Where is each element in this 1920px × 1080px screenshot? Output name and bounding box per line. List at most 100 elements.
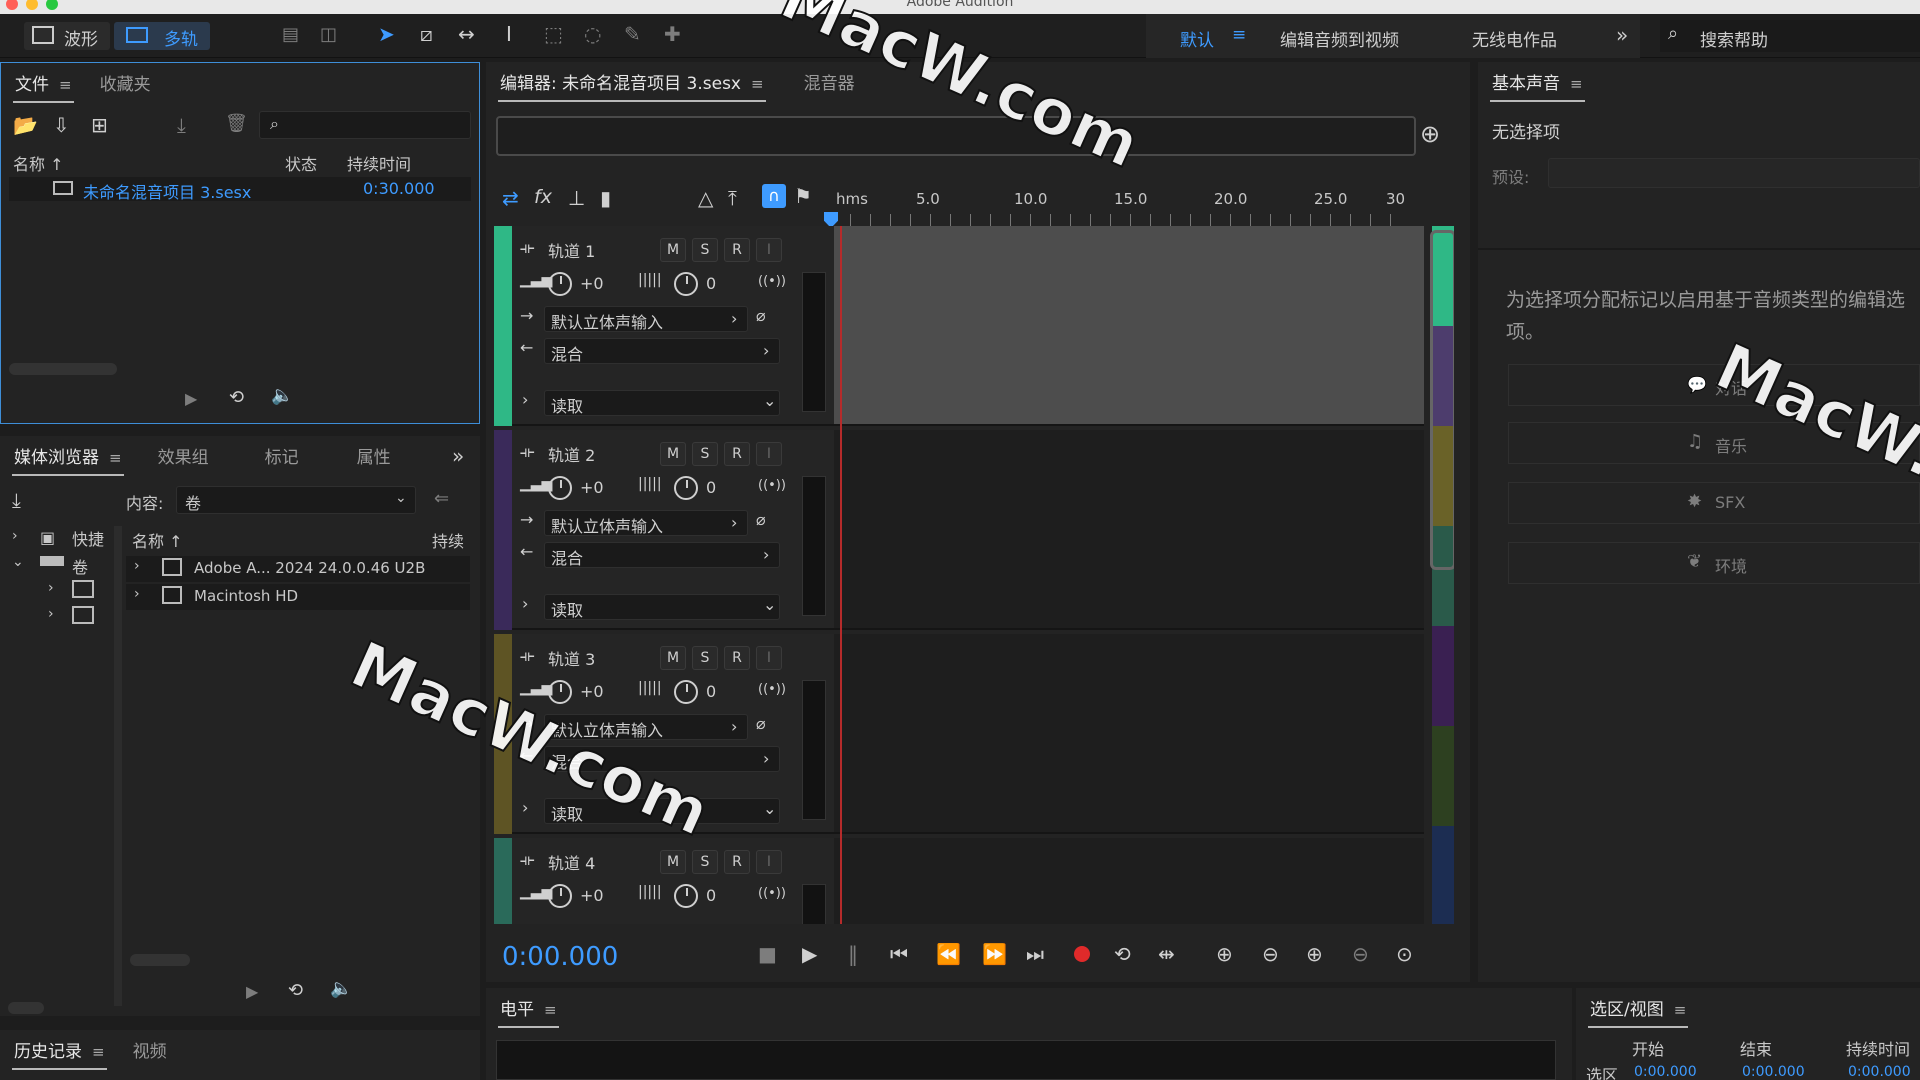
move-tool-icon[interactable]: ➤ <box>378 22 395 46</box>
overview-bar[interactable] <box>496 116 1416 156</box>
volume-value[interactable]: +0 <box>580 274 604 293</box>
mute-button[interactable]: M <box>660 646 686 670</box>
current-time-display[interactable]: 0:00.000 <box>502 942 618 972</box>
loop-playback-icon[interactable]: ⟲ <box>1114 942 1131 966</box>
meters-icon[interactable]: ▮ <box>600 186 611 210</box>
pause-icon[interactable]: ‖ <box>848 942 858 966</box>
pan-knob[interactable] <box>674 884 698 908</box>
track-clip-area[interactable] <box>834 226 1424 426</box>
play-icon[interactable]: ▶ <box>246 982 258 1001</box>
mute-button[interactable]: M <box>660 442 686 466</box>
panel-menu-icon[interactable]: ≡ <box>59 63 72 107</box>
send-icon[interactable]: ⇄ <box>502 186 519 210</box>
stop-icon[interactable]: ■ <box>758 942 777 966</box>
monitor-input-button[interactable]: I <box>756 442 782 466</box>
fast-forward-icon[interactable]: ⏩ <box>982 942 1007 966</box>
record-arm-button[interactable]: R <box>724 238 750 262</box>
play-icon[interactable]: ▶ <box>185 389 197 408</box>
solo-button[interactable]: S <box>692 238 718 262</box>
tab-effects-rack[interactable]: 效果组 <box>144 436 223 480</box>
sfx-button[interactable]: ✸ SFX <box>1508 482 1920 524</box>
tree-scrollbar[interactable] <box>8 1002 44 1014</box>
monitor-input-button[interactable]: I <box>756 238 782 262</box>
go-to-end-icon[interactable]: ⏭ <box>1026 942 1044 966</box>
track-3[interactable]: ⟛ 轨道 3 M S R I ▁▃▅ +0 ||||| 0 ((•)) → 默认… <box>494 634 1446 834</box>
pan-knob[interactable] <box>674 680 698 704</box>
stereo-icon[interactable]: ((•)) <box>758 682 786 697</box>
chevron-down-icon[interactable]: ⌄ <box>12 554 24 570</box>
skip-selection-icon[interactable]: ⇹ <box>1158 942 1175 966</box>
metronome-icon[interactable]: △ <box>698 186 713 210</box>
skip-icon[interactable]: ⤒ <box>728 186 737 210</box>
track-1[interactable]: ⟛ 轨道 1 M S R I ▁▃▅ +0 ||||| 0 ((•)) → 默认… <box>494 226 1446 426</box>
volume-knob[interactable] <box>548 272 572 296</box>
delete-icon[interactable]: 🗑 <box>225 113 248 134</box>
input-select[interactable]: 默认立体声输入 › <box>544 306 748 332</box>
media-scrollbar[interactable] <box>130 954 190 966</box>
pan-knob[interactable] <box>674 476 698 500</box>
col-status[interactable]: 状态 <box>285 151 317 175</box>
phase-invert-icon[interactable]: ⌀ <box>756 306 766 325</box>
zoom-in-time-icon[interactable]: ⊕ <box>1306 942 1323 966</box>
record-arm-button[interactable]: R <box>724 442 750 466</box>
time-selection-tool-icon[interactable]: I <box>506 22 512 46</box>
panel-menu-icon[interactable]: ≡ <box>109 436 122 480</box>
solo-button[interactable]: S <box>692 850 718 874</box>
tab-essential-sound[interactable]: 基本声音 ≡ <box>1478 62 1597 106</box>
output-select[interactable]: 混合 › <box>544 338 780 364</box>
monitor-input-button[interactable]: I <box>756 646 782 670</box>
lasso-tool-icon[interactable]: ◌ <box>584 22 601 46</box>
volume-value[interactable]: +0 <box>580 682 604 701</box>
music-button[interactable]: ♫ 音乐 <box>1508 422 1920 464</box>
panel-menu-icon[interactable]: ≡ <box>1674 988 1687 1032</box>
solo-button[interactable]: S <box>692 442 718 466</box>
tab-markers[interactable]: 标记 <box>251 436 313 480</box>
mute-button[interactable]: M <box>660 238 686 262</box>
volume-value[interactable]: +0 <box>580 478 604 497</box>
dialogue-button[interactable]: 💬 对话 <box>1508 364 1920 406</box>
pitch-view-icon[interactable]: ◫ <box>320 24 337 45</box>
tab-files[interactable]: 文件 ≡ <box>1 63 86 107</box>
track-name[interactable]: 轨道 4 <box>548 850 595 874</box>
automation-select[interactable]: 读取 ⌄ <box>544 594 780 620</box>
tree-item-shortcuts[interactable]: 快捷 <box>72 526 104 550</box>
volume-knob[interactable] <box>548 884 572 908</box>
pan-knob[interactable] <box>674 272 698 296</box>
track-name[interactable]: 轨道 3 <box>548 646 595 670</box>
automation-select[interactable]: 读取 ⌄ <box>544 390 780 416</box>
volume-knob[interactable] <box>548 680 572 704</box>
panel-menu-icon[interactable]: ≡ <box>544 988 557 1032</box>
back-arrow-icon[interactable]: ⇐ <box>434 488 449 509</box>
loop-icon[interactable]: ⟲ <box>229 387 244 408</box>
col-duration[interactable]: 持续时间 <box>347 151 411 175</box>
volume-knob[interactable] <box>548 476 572 500</box>
automation-select[interactable]: 读取 ⌄ <box>544 798 780 824</box>
chevron-right-icon[interactable]: › <box>522 594 528 613</box>
monitor-input-button[interactable]: I <box>756 850 782 874</box>
brush-tool-icon[interactable]: ✎ <box>624 22 641 46</box>
workspace-radio-production[interactable]: 无线电作品 <box>1472 26 1557 51</box>
insert-into-multitrack-icon[interactable]: ⤓ <box>177 113 186 137</box>
pan-value[interactable]: 0 <box>706 886 716 905</box>
input-select[interactable]: 默认立体声输入 › <box>544 510 748 536</box>
selection-start-value[interactable]: 0:00.000 <box>1634 1064 1697 1080</box>
effects-icon[interactable]: fx <box>534 186 552 208</box>
tree-splitter[interactable] <box>114 526 122 1006</box>
more-workspaces-icon[interactable]: » <box>1616 23 1628 47</box>
workspace-edit-audio-to-video[interactable]: 编辑音频到视频 <box>1280 26 1399 51</box>
track-2[interactable]: ⟛ 轨道 2 M S R I ▁▃▅ +0 ||||| 0 ((•)) → 默认… <box>494 430 1446 630</box>
preset-select[interactable] <box>1548 158 1920 188</box>
stereo-icon[interactable]: ((•)) <box>758 886 786 901</box>
tab-selection-view[interactable]: 选区/视图 ≡ <box>1576 988 1700 1032</box>
tree-item-volumes[interactable]: 卷 <box>72 554 88 578</box>
tab-media-browser[interactable]: 媒体浏览器 ≡ <box>0 436 136 480</box>
chevron-right-icon[interactable]: › <box>134 558 140 574</box>
chevron-right-icon[interactable]: › <box>48 580 54 596</box>
waveform-mode-button[interactable]: 波形 <box>24 22 110 50</box>
panel-menu-icon[interactable]: ≡ <box>1570 62 1583 106</box>
record-arm-button[interactable]: R <box>724 850 750 874</box>
pan-value[interactable]: 0 <box>706 682 716 701</box>
zoom-navigator-icon[interactable]: ⊕ <box>1420 120 1440 148</box>
mute-button[interactable]: M <box>660 850 686 874</box>
timeline-ruler[interactable]: hms 5.0 10.0 15.0 20.0 25.0 30 <box>824 188 1405 228</box>
